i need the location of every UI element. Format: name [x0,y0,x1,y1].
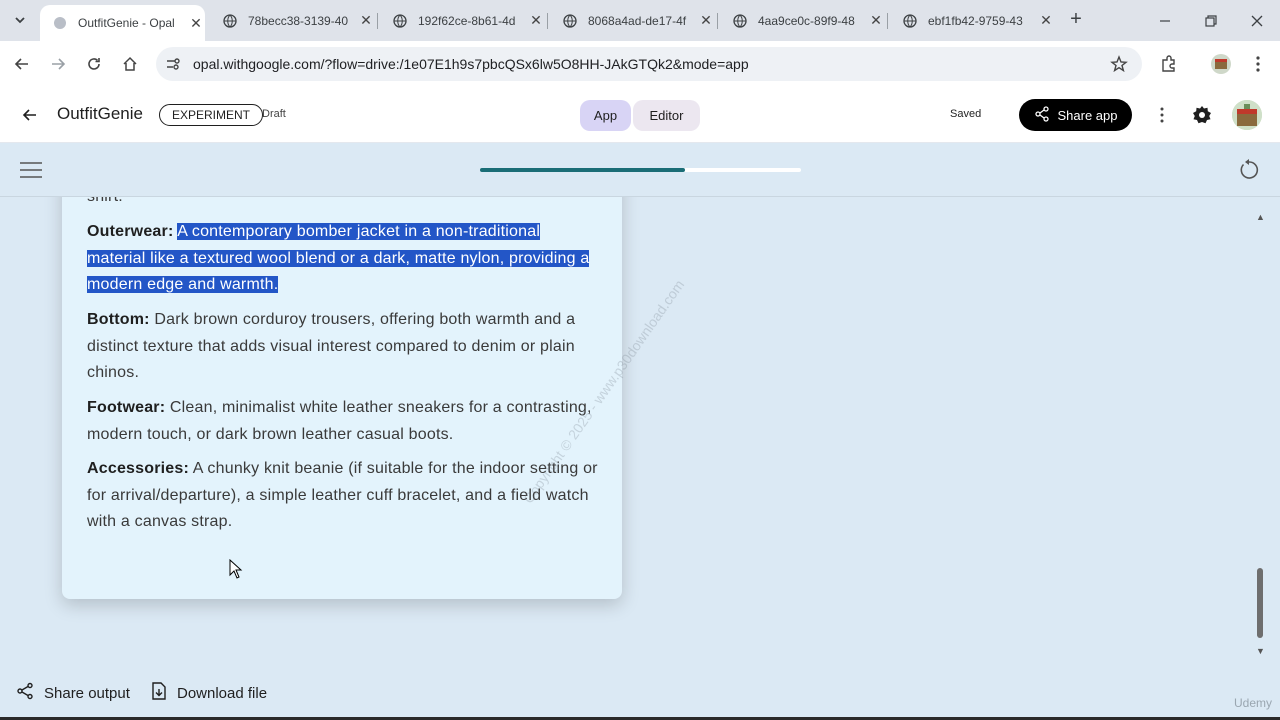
share-output-label: Share output [44,684,130,702]
footwear-label: Footwear: [87,399,166,416]
new-tab-plus-icon[interactable]: + [1066,9,1086,30]
share-app-button[interactable]: Share app [1019,99,1132,131]
saved-status: Saved [950,108,982,120]
vertical-scrollbar[interactable]: ▲ ▼ [1253,210,1267,656]
globe-icon [222,13,238,29]
restore-window-icon[interactable] [1188,0,1234,41]
mouse-pointer-icon [229,558,243,579]
tab-title: 192f62ce-8b61-4d [418,13,516,28]
opal-favicon-icon [52,15,68,31]
globe-icon [732,13,748,29]
output-area: fabric. This offers a more relaxed colla… [0,197,1280,660]
site-info-icon[interactable] [164,55,182,73]
browser-tab[interactable]: 192f62ce-8b61-4d ✕ [380,0,545,41]
close-window-icon[interactable] [1234,0,1280,41]
browser-tab[interactable]: 4aa9ce0c-89f9-48 ✕ [720,0,885,41]
browser-menu-kebab-icon[interactable] [1246,52,1270,76]
tab-title: 8068a4ad-de17-4f [588,13,687,28]
tab-title: 4aa9ce0c-89f9-48 [758,13,855,28]
home-icon[interactable] [118,52,142,76]
share-output-button[interactable]: Share output [16,682,130,704]
output-card: fabric. This offers a more relaxed colla… [62,197,622,599]
globe-icon [392,13,408,29]
bookmark-star-icon[interactable] [1110,55,1128,73]
footwear-paragraph: Footwear: Clean, minimalist white leathe… [87,399,592,443]
settings-gear-icon[interactable] [1190,103,1214,127]
profile-avatar-icon[interactable] [1209,52,1233,76]
scrollbar-thumb[interactable] [1257,568,1263,638]
tab-close-icon[interactable]: ✕ [1038,12,1054,29]
browser-tab[interactable]: 78becc38-3139-40 ✕ [210,0,375,41]
partial-paragraph: fabric. This offers a more relaxed colla… [87,197,602,210]
scroll-down-arrow-icon[interactable]: ▼ [1256,646,1265,656]
bottom-paragraph: Bottom: Dark brown corduroy trousers, of… [87,311,576,381]
tab-close-icon[interactable]: ✕ [358,12,374,29]
browser-tabstrip: OutfitGenie - Opal ✕ 78becc38-3139-40 ✕ … [0,0,1280,41]
user-avatar[interactable] [1232,100,1262,130]
progress-bar [480,168,801,172]
reload-icon[interactable] [82,52,106,76]
tab-close-icon[interactable]: ✕ [188,15,204,31]
experiment-badge: EXPERIMENT [159,104,264,126]
browser-toolbar: opal.withgoogle.com/?flow=drive:/1e07E1h… [0,41,1280,87]
browser-tab-active[interactable]: OutfitGenie - Opal ✕ [40,5,205,41]
tab-title: ebf1fb42-9759-43 [928,13,1023,28]
minimize-icon[interactable] [1142,0,1188,41]
share-icon [1034,105,1050,125]
file-download-icon [151,682,167,704]
globe-icon [562,13,578,29]
browser-tab[interactable]: 8068a4ad-de17-4f ✕ [550,0,715,41]
progress-fill [480,168,686,172]
mode-editor-button[interactable]: Editor [633,100,700,131]
address-bar[interactable]: opal.withgoogle.com/?flow=drive:/1e07E1h… [156,47,1142,81]
progress-row [0,143,1280,197]
tab-separator [377,13,378,29]
hamburger-menu-icon[interactable] [20,160,42,180]
restart-icon[interactable] [1237,158,1261,182]
app-back-arrow-icon[interactable] [18,103,42,127]
tab-close-icon[interactable]: ✕ [698,12,714,29]
draft-status: Draft [262,108,286,120]
download-file-button[interactable]: Download file [151,682,267,704]
mode-app-button[interactable]: App [580,100,631,131]
url-text: opal.withgoogle.com/?flow=drive:/1e07E1h… [193,56,749,72]
tab-title: OutfitGenie - Opal [78,16,175,30]
tab-search-chevron-icon[interactable] [8,8,32,32]
globe-icon [902,13,918,29]
back-arrow-icon[interactable] [10,52,34,76]
forward-arrow-icon[interactable] [46,52,70,76]
outerwear-paragraph: Outerwear: A contemporary bomber jacket … [87,219,602,299]
app-title: OutfitGenie [57,104,143,123]
udemy-watermark: Udemy [1233,696,1272,710]
tab-separator [547,13,548,29]
app-header: OutfitGenie EXPERIMENT Draft App Editor … [0,87,1280,143]
bottom-label: Bottom: [87,311,150,328]
download-file-label: Download file [177,684,268,702]
more-options-kebab-icon[interactable] [1150,103,1174,127]
tab-title: 78becc38-3139-40 [248,13,349,28]
scroll-up-arrow-icon[interactable]: ▲ [1256,212,1265,222]
accessories-label: Accessories: [87,460,190,477]
tab-close-icon[interactable]: ✕ [868,12,884,29]
share-app-label: Share app [1057,107,1118,123]
tab-separator [717,13,718,29]
output-footer: Share output Download file Udemy [0,660,1280,720]
tab-separator [887,13,888,29]
share-icon [16,682,34,704]
outerwear-label: Outerwear: [87,223,174,240]
browser-tab[interactable]: ebf1fb42-9759-43 ✕ [890,0,1055,41]
extensions-puzzle-icon[interactable] [1157,52,1181,76]
tab-close-icon[interactable]: ✕ [528,12,544,29]
